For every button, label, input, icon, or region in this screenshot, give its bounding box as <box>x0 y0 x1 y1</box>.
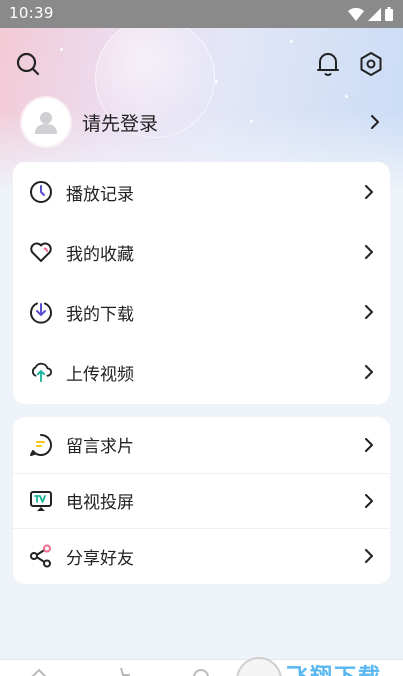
download-icon <box>29 300 53 324</box>
menu-item-label: 我的下载 <box>66 304 134 325</box>
sparkle-decoration <box>215 80 218 83</box>
chevron-right-icon <box>362 305 376 319</box>
search-icon <box>16 52 40 76</box>
chevron-right-icon <box>368 115 382 129</box>
menu-item-label: 播放记录 <box>66 184 134 205</box>
profile-icon[interactable] <box>190 665 212 676</box>
menu-item-label: 留言求片 <box>66 437 134 458</box>
star-icon[interactable] <box>110 665 132 676</box>
login-prompt: 请先登录 <box>82 112 159 135</box>
menu-item-tv-cast[interactable]: 电视投屏 <box>13 472 390 529</box>
login-row[interactable]: 请先登录 <box>22 97 382 147</box>
menu-item-label: 分享好友 <box>66 548 134 569</box>
clock-icon <box>29 180 53 204</box>
menu-item-label: 我的收藏 <box>66 244 134 265</box>
settings-button[interactable] <box>357 50 385 78</box>
menu-item-upload-video[interactable]: 上传视频 <box>13 342 390 402</box>
menu-item-label: 上传视频 <box>66 364 134 385</box>
upload-cloud-icon <box>29 360 53 384</box>
chevron-right-icon <box>362 365 376 379</box>
menu-item-label: 电视投屏 <box>66 493 134 514</box>
chevron-right-icon <box>362 185 376 199</box>
signal-icon <box>368 7 381 21</box>
home-icon[interactable] <box>28 665 50 676</box>
search-button[interactable] <box>14 50 42 78</box>
notification-button[interactable] <box>314 50 342 78</box>
chevron-right-icon <box>362 245 376 259</box>
chevron-right-icon <box>362 493 376 508</box>
menu-card-secondary: 留言求片 电视投屏 分享好友 <box>13 417 390 584</box>
sparkle-decoration <box>60 48 63 51</box>
avatar <box>22 98 70 146</box>
menu-card-primary: 播放记录 我的收藏 我的下载 上传视频 <box>13 162 390 404</box>
menu-item-downloads[interactable]: 我的下载 <box>13 282 390 342</box>
menu-item-request-movie[interactable]: 留言求片 <box>13 417 390 473</box>
share-icon <box>29 544 53 568</box>
watermark-text: 飞翔下载 <box>286 659 382 676</box>
menu-item-share[interactable]: 分享好友 <box>13 528 390 584</box>
sparkle-decoration <box>290 40 293 43</box>
menu-item-play-history[interactable]: 播放记录 <box>13 162 390 222</box>
bell-icon <box>317 53 339 76</box>
user-avatar-icon <box>35 112 57 134</box>
status-time: 10:39 <box>9 4 54 22</box>
tv-cast-icon <box>29 489 53 513</box>
chevron-right-icon <box>362 437 376 452</box>
status-bar: 10:39 <box>0 0 403 28</box>
wifi-icon <box>348 7 364 21</box>
watermark-logo <box>236 657 282 676</box>
menu-item-favorites[interactable]: 我的收藏 <box>13 222 390 282</box>
chevron-right-icon <box>362 549 376 564</box>
message-icon <box>29 433 53 457</box>
heart-icon <box>29 240 53 264</box>
status-icons <box>348 7 393 21</box>
watermark: 飞翔下载 <box>236 657 403 676</box>
gear-icon <box>360 52 382 76</box>
battery-icon <box>385 7 393 21</box>
